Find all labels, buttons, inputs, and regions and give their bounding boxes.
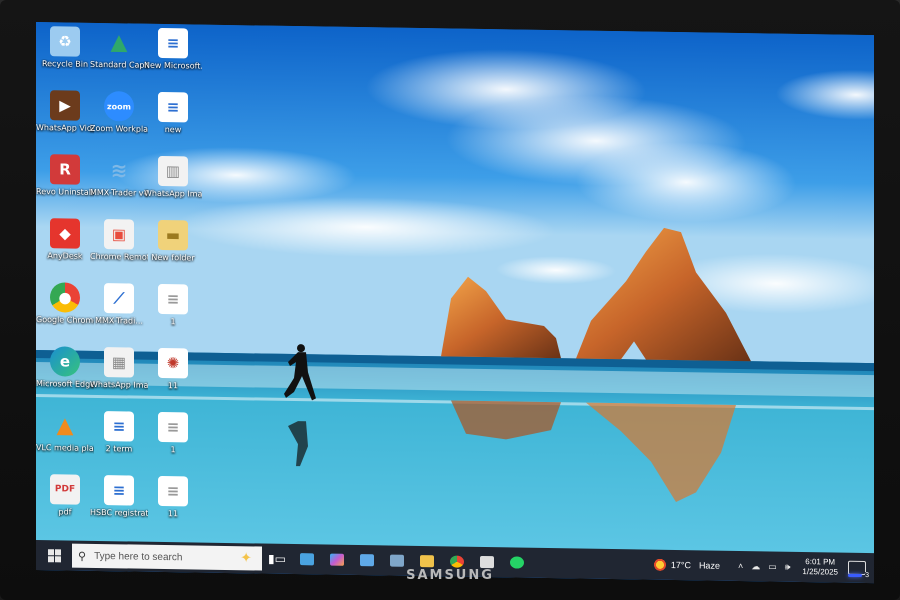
mmx-trader-shortcut-icon: ⟋ bbox=[104, 283, 134, 314]
desktop-icon-file-11b[interactable]: ≡ 11 bbox=[144, 475, 202, 520]
desktop-icon-hsbc[interactable]: ≡ HSBC registrati... bbox=[90, 475, 148, 519]
clock-time: 6:01 PM bbox=[805, 557, 836, 567]
desktop-icon-label: pdf bbox=[58, 507, 72, 517]
document-icon: ≡ bbox=[158, 27, 188, 59]
document-icon: ≡ bbox=[104, 411, 134, 442]
desktop-icon-label: WhatsApp Image 2025... bbox=[90, 379, 148, 391]
monitor-bezel: ♻ Recycle Bin ▶ WhatsApp Video 2025... R… bbox=[0, 0, 900, 600]
desktop-icon-standard-capital[interactable]: ▲ Standard Capital Sec... bbox=[90, 27, 148, 71]
desktop-icon-microsoft-edge[interactable]: e Microsoft Edge bbox=[36, 346, 94, 390]
desktop-icon-whatsapp-image-2[interactable]: ▥ WhatsApp Image 2025... bbox=[144, 155, 202, 200]
desktop-icon-label: HSBC registrati... bbox=[90, 507, 148, 518]
document-icon: ≡ bbox=[104, 475, 134, 506]
desktop-icon-chrome-remote[interactable]: ▣ Chrome Remote... bbox=[90, 219, 148, 263]
desktop-icon-file-1[interactable]: ≡ 1 bbox=[144, 283, 202, 328]
desktop-icon-pdf[interactable]: PDF pdf bbox=[36, 474, 94, 518]
taskbar-search-box[interactable]: ⚲ Type here to search ✦ bbox=[72, 543, 262, 571]
pdf-file-icon: PDF bbox=[50, 474, 80, 505]
desktop-icon-google-chrome[interactable]: ● Google Chrome bbox=[36, 282, 94, 326]
copilot-icon bbox=[330, 553, 344, 566]
document-icon: ≡ bbox=[158, 91, 188, 123]
document-icon: ≡ bbox=[158, 283, 188, 315]
anydesk-icon: ◆ bbox=[50, 218, 80, 249]
calculator-icon bbox=[360, 554, 374, 567]
edge-icon: e bbox=[50, 346, 80, 377]
search-placeholder: Type here to search bbox=[94, 550, 183, 563]
chrome-icon: ● bbox=[50, 282, 80, 313]
desktop-icon-label: 11 bbox=[167, 381, 179, 391]
desktop-icon-label: new bbox=[164, 125, 182, 135]
revo-uninstaller-icon: R bbox=[50, 154, 80, 185]
desktop-icon-label: 1 bbox=[170, 317, 176, 327]
desktop-icon-revo-uninstaller[interactable]: R Revo Uninstaller bbox=[36, 154, 94, 198]
desktop-icon-label: AnyDesk bbox=[47, 251, 83, 261]
app-icon bbox=[480, 555, 494, 569]
folder-icon: ▬ bbox=[158, 219, 188, 251]
desktop-icon-vlc[interactable]: ▲ VLC media player bbox=[36, 410, 94, 454]
search-icon: ⚲ bbox=[78, 549, 87, 563]
desktop-icon-label: MMX-Trader v4.41 bbox=[90, 187, 148, 198]
desktop-icon-label: Chrome Remote... bbox=[90, 251, 148, 262]
desktop-icon-grid: ♻ Recycle Bin ▶ WhatsApp Video 2025... R… bbox=[36, 22, 216, 545]
desktop-icon-recycle-bin[interactable]: ♻ Recycle Bin bbox=[36, 26, 94, 70]
window-app-icon bbox=[300, 553, 314, 566]
desktop-icon-label: Standard Capital Sec... bbox=[90, 59, 148, 70]
search-highlight-icon: ✦ bbox=[240, 550, 252, 567]
desktop-icon-whatsapp-image-1[interactable]: ▦ WhatsApp Image 2025... bbox=[90, 347, 148, 391]
desktop-icon-label: VLC media player bbox=[36, 443, 94, 454]
video-file-icon: ▶ bbox=[50, 90, 80, 121]
trading-app-icon: ▲ bbox=[110, 29, 128, 55]
desktop-icon-file-11[interactable]: ✺ 11 bbox=[144, 347, 202, 392]
zoom-icon: zoom bbox=[104, 91, 134, 122]
desktop-icon-2-term[interactable]: ≡ 2 term bbox=[90, 411, 148, 455]
desktop-icon-new-folder[interactable]: ▬ New folder bbox=[144, 219, 202, 264]
desktop-icon-anydesk[interactable]: ◆ AnyDesk bbox=[36, 218, 94, 262]
desktop-icon-whatsapp-video[interactable]: ▶ WhatsApp Video 2025... bbox=[36, 90, 94, 134]
desktop-icon-label: Zoom Workplace bbox=[90, 123, 148, 134]
image-file-icon: ▥ bbox=[158, 155, 188, 187]
document-icon: ≡ bbox=[158, 411, 188, 443]
vlc-icon: ▲ bbox=[56, 412, 74, 439]
desktop-icon-label: 11 bbox=[167, 509, 179, 519]
chrome-remote-icon: ▣ bbox=[104, 219, 134, 250]
remote-app-icon bbox=[390, 554, 404, 567]
desktop-icon-label: Recycle Bin bbox=[41, 59, 89, 69]
desktop-icon-label: 1 bbox=[170, 445, 176, 455]
desktop-icon-file-1b[interactable]: ≡ 1 bbox=[144, 411, 202, 456]
desktop-icon-label: Google Chrome bbox=[36, 315, 94, 325]
desktop-icon-zoom[interactable]: zoom Zoom Workplace bbox=[90, 91, 148, 135]
image-file-icon: ✺ bbox=[158, 347, 188, 379]
desktop-icon-new-microsoft[interactable]: ≡ New Microsoft... bbox=[144, 27, 202, 72]
mmx-trader-icon: ≋ bbox=[110, 158, 128, 183]
image-file-icon: ▦ bbox=[104, 347, 134, 378]
monitor-brand-logo: SAMSUNG bbox=[406, 568, 494, 583]
desktop-screen: ♻ Recycle Bin ▶ WhatsApp Video 2025... R… bbox=[36, 22, 874, 584]
desktop-icon-new[interactable]: ≡ new bbox=[144, 91, 202, 136]
desktop-icon-label: MMX-Tradi... bbox=[95, 315, 143, 326]
desktop-icon-mmx-trader[interactable]: ≋ MMX-Trader v4.41 bbox=[90, 155, 148, 199]
start-button[interactable] bbox=[36, 540, 72, 571]
desktop-icon-label: Microsoft Edge bbox=[36, 379, 94, 389]
power-indicator-light bbox=[848, 574, 862, 577]
desktop-icon-label: WhatsApp Image 2025... bbox=[144, 188, 202, 200]
folder-icon bbox=[420, 555, 434, 568]
chrome-icon bbox=[450, 555, 464, 568]
desktop-icon-label: WhatsApp Video 2025... bbox=[36, 123, 94, 134]
desktop-icon-label: New Microsoft... bbox=[144, 60, 202, 71]
desktop-icon-mmx-tradi[interactable]: ⟋ MMX-Tradi... bbox=[90, 283, 148, 327]
desktop-icon-label: 2 term bbox=[105, 444, 133, 454]
recycle-bin-icon: ♻ bbox=[50, 26, 80, 57]
document-icon: ≡ bbox=[158, 475, 188, 507]
task-view-icon: ▮▭ bbox=[268, 551, 286, 566]
windows-logo-icon bbox=[47, 548, 61, 562]
whatsapp-icon bbox=[510, 556, 524, 569]
desktop-icon-label: New folder bbox=[151, 252, 195, 263]
desktop-icon-label: Revo Uninstaller bbox=[36, 187, 94, 198]
